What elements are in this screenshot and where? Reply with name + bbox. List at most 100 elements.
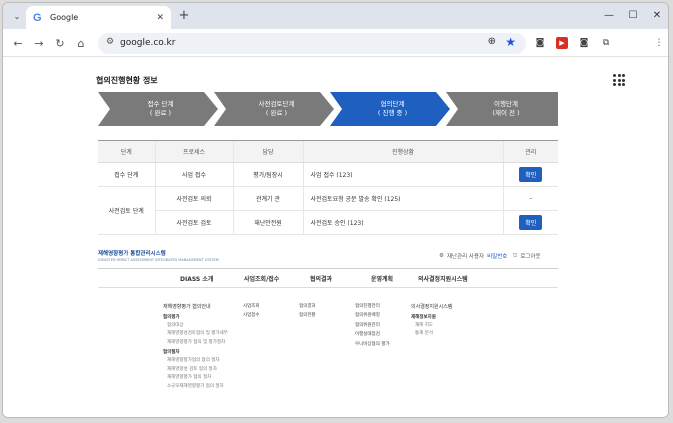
sitemap-column: 사업조회 사업접수 (243, 302, 260, 321)
footer-nav-item[interactable]: 운영계획 (371, 274, 393, 283)
window-close-button[interactable]: ✕ (649, 7, 665, 23)
sitemap-column: 협의결과 협의현황 (299, 302, 316, 321)
sitemap-column: 의사결정지원시스템 재해정보지원 재해 지도 통계 분석 (411, 302, 452, 339)
media-extension-icon[interactable]: ◙ (578, 37, 590, 49)
row-progress: 사전검토 승인 (123) (302, 210, 503, 235)
row-owner: 관계기 관 (232, 186, 303, 211)
sitemap-column: 협의진행관리 협의위원배정 협의위원관리 이행실태점검 우니비상협의 평가 (355, 302, 390, 349)
confirm-button[interactable]: 확인 (519, 215, 543, 230)
row-progress: 사업 접수 (123) (302, 162, 503, 187)
logout-icon: ⎋ (513, 252, 518, 259)
sitemap-item[interactable]: 협의위원배정 (355, 311, 390, 320)
row-action: 확인 (502, 210, 558, 235)
section-title: 협의진행현황 정보 (96, 76, 158, 85)
row-progress: 사전검토요청 공문 발송 확인 (125) (302, 186, 503, 211)
row-process: 사전검토 의뢰 (154, 186, 233, 211)
table-row: 접수 단계 사업 접수 평가/팀장시 사업 접수 (123) 확인 (98, 162, 558, 187)
logout-label: 로그아웃 (520, 254, 541, 260)
bookmark-star-icon[interactable]: ★ (505, 35, 516, 49)
header-action: 관리 (502, 140, 558, 163)
browser-window: ⌄ G Google ✕ + — ☐ ✕ ← → ↻ ⌂ ⚙ google.co… (2, 2, 669, 418)
minimize-button[interactable]: — (601, 7, 617, 23)
sitemap-item[interactable]: 협의결과 (299, 302, 316, 311)
row-process: 사전검토 검토 (154, 210, 233, 235)
step-1: 접수 단계 ( 완료 ) (108, 92, 213, 126)
table-header-row: 단계 프로세스 담당 진행상황 관리 (98, 140, 558, 163)
footer-nav: DIASS 소개 사업조회/접수 협의결과 운영계획 의사결정지원시스템 (98, 268, 558, 288)
step-3-title: 협의단계 (380, 100, 405, 109)
close-icon[interactable]: ✕ (156, 13, 164, 23)
table-row: 사전검토 단계 사전검토 의뢰 관계기 관 사전검토요청 공문 발송 확인 (1… (98, 186, 558, 235)
tab-search-icon[interactable]: ⌄ (9, 8, 25, 24)
sitemap-item[interactable]: 재해영향평가협의 협의 절차 (163, 357, 228, 366)
step-2-status: ( 완료 ) (265, 109, 288, 117)
footer-nav-item[interactable]: 의사결정지원시스템 (418, 274, 468, 283)
confirm-button[interactable]: 확인 (519, 167, 543, 182)
user-link-prefix: 재난관리 사용자 (446, 254, 485, 260)
step-1-title: 접수 단계 (147, 100, 174, 109)
step-1-status: ( 완료 ) (149, 109, 172, 117)
step-2: 사전검토단계 ( 완료 ) (224, 92, 329, 126)
footer-logo[interactable]: 재해영향평가 통합관리시스템 DISASTER IMPACT ASSESSMEN… (98, 251, 219, 262)
sitemap-item[interactable]: 협의대상 (163, 322, 228, 331)
step-4: 이행단계 (재이 전 ) (456, 92, 556, 126)
step-4-title: 이행단계 (494, 100, 518, 109)
extensions-puzzle-icon[interactable]: ⧉ (600, 37, 612, 49)
sitemap-item[interactable]: 통계 분석 (411, 330, 452, 339)
progress-table: 단계 프로세스 담당 진행상황 관리 접수 단계 사업 접수 평가/팀장시 사업… (98, 140, 558, 235)
header-owner: 담당 (232, 140, 303, 163)
sitemap-group[interactable]: 재해정보지원 (411, 313, 452, 322)
google-icon: G (33, 11, 42, 24)
maximize-button[interactable]: ☐ (625, 7, 641, 23)
browser-tab[interactable]: G Google ✕ (26, 6, 171, 29)
address-bar[interactable]: ⚙ google.co.kr ⊕ ★ (98, 33, 526, 54)
forward-icon[interactable]: → (32, 36, 46, 50)
sitemap-column: 재해영향평가 협의안내 협의평가 협의대상 재해영향성검토협의 및 평가세부 재… (163, 302, 228, 391)
password-link[interactable]: 비밀번호 (487, 252, 507, 260)
sitemap-group[interactable]: 협의절차 (163, 348, 228, 357)
progress-steps: 접수 단계 ( 완료 ) 사전검토단계 ( 완료 ) 협의단계 ( 진행 중 )… (98, 92, 558, 126)
sitemap-item[interactable]: 사업조회 (243, 302, 260, 311)
camera-extension-icon[interactable]: ◙ (534, 37, 546, 49)
home-icon[interactable]: ⌂ (74, 36, 88, 50)
sitemap-item[interactable]: 재해영향성 검토 협의 절차 (163, 366, 228, 375)
reload-icon[interactable]: ↻ (53, 36, 67, 50)
apps-grid-icon[interactable] (613, 74, 625, 86)
footer-nav-item[interactable]: 협의결과 (310, 274, 332, 283)
tab-strip: ⌄ G Google ✕ + — ☐ ✕ (3, 3, 668, 29)
sitemap-group[interactable]: 협의평가 (163, 313, 228, 322)
sitemap-item[interactable]: 이행실태점검 (355, 330, 390, 339)
new-tab-button[interactable]: + (176, 7, 192, 23)
header-stage: 단계 (98, 140, 155, 163)
back-icon[interactable]: ← (11, 36, 25, 50)
page-content: 협의진행현황 정보 접수 단계 ( 완료 ) 사전검토단계 ( 완료 ) 협의단… (3, 58, 668, 417)
site-info-icon[interactable]: ⚙ (106, 37, 114, 47)
sitemap-item[interactable]: 협의위원관리 (355, 321, 390, 330)
sitemap-item[interactable]: 재해영향평가 협의 및 평가절차 (163, 339, 228, 348)
sitemap-item[interactable]: 재해영향평가 협의 절차 (163, 374, 228, 383)
logout-link[interactable]: ⎋ 로그아웃 (513, 252, 541, 261)
user-link[interactable]: ⚙ 재난관리 사용자 비밀번호 (439, 252, 507, 260)
url-text[interactable]: google.co.kr (120, 38, 175, 48)
sitemap-item[interactable]: 사업접수 (243, 311, 260, 320)
more-menu-icon[interactable]: ⋮ (653, 37, 665, 49)
row-process: 사업 접수 (154, 162, 233, 187)
sitemap-heading[interactable]: 의사결정지원시스템 (411, 302, 452, 313)
step-3-status: ( 진행 중 ) (377, 109, 408, 117)
step-3: 협의단계 ( 진행 중 ) (340, 92, 445, 126)
sitemap-item[interactable]: 협의현황 (299, 311, 316, 320)
row-owner: 평가/팀장시 (232, 162, 303, 187)
footer-nav-item[interactable]: DIASS 소개 (180, 274, 213, 283)
sitemap-item[interactable]: 재해영향성검토협의 및 평가세부 (163, 330, 228, 339)
sitemap-item[interactable]: 우니비상협의 평가 (355, 340, 390, 349)
footer-nav-item[interactable]: 사업조회/접수 (244, 274, 279, 283)
sitemap-item[interactable]: 협의진행관리 (355, 302, 390, 311)
zoom-icon[interactable]: ⊕ (488, 36, 496, 47)
record-extension-icon[interactable]: ▶ (556, 37, 568, 49)
step-4-status: (재이 전 ) (492, 109, 520, 117)
row-owner: 재난안전원 (232, 210, 303, 235)
sitemap-item[interactable]: 재해 지도 (411, 322, 452, 331)
sitemap-item[interactable]: 소규모재해영향평가 협의 절차 (163, 383, 228, 392)
sitemap-heading[interactable]: 재해영향평가 협의안내 (163, 302, 228, 313)
tab-title: Google (50, 13, 79, 22)
